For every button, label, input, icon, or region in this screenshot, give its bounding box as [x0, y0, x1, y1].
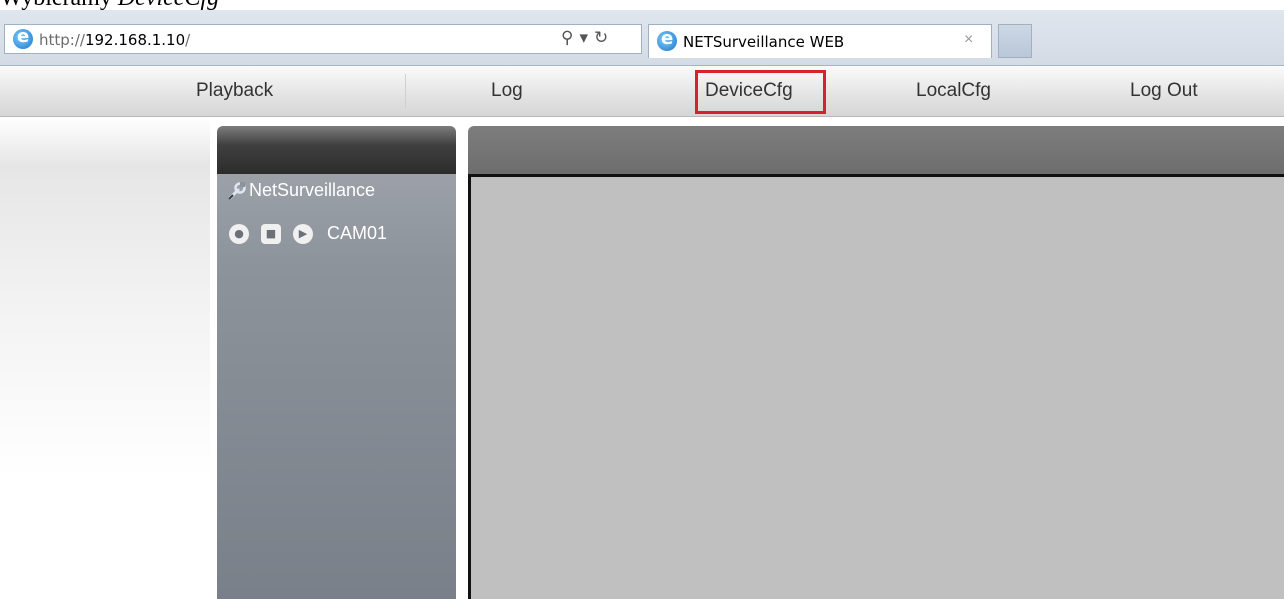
url-scheme: http://	[39, 31, 85, 49]
video-panel	[468, 126, 1284, 599]
url-text[interactable]: http://192.168.1.10/	[39, 31, 190, 49]
browser-chrome: http://192.168.1.10/ ⚲ ▾ ↻ NETSurveillance…	[0, 10, 1284, 66]
address-tools: ⚲ ▾ ↻	[561, 28, 614, 48]
camera-row[interactable]: ● ■ ▶ CAM01	[229, 223, 387, 245]
wrench-icon	[228, 182, 246, 200]
record-icon[interactable]: ●	[229, 223, 249, 244]
devicecfg-highlight-box	[695, 70, 826, 114]
camera-label: CAM01	[327, 223, 388, 243]
stop-square-icon[interactable]: ■	[261, 223, 281, 244]
video-display-area[interactable]	[468, 174, 1284, 599]
app-nav-bar: Playback Log DeviceCfg LocalCfg Log Out	[0, 66, 1284, 117]
page-caption: Wybieramy DeviceCfg	[0, 0, 219, 10]
tab-title: NETSurveillance WEB	[683, 33, 845, 51]
search-icon[interactable]: ⚲	[561, 28, 573, 48]
dropdown-icon[interactable]: ▾	[579, 28, 588, 48]
nav-divider	[405, 74, 406, 108]
url-tail: /	[185, 31, 191, 49]
ie-logo-icon	[657, 28, 677, 51]
play-icon[interactable]: ▶	[293, 223, 313, 244]
nav-log[interactable]: Log	[491, 66, 523, 116]
tree-root-item[interactable]: NetSurveillance	[227, 180, 375, 201]
browser-tab[interactable]: NETSurveillance WEB ×	[648, 24, 992, 58]
nav-logout[interactable]: Log Out	[1130, 66, 1198, 116]
url-host: 192.168.1.10	[84, 31, 186, 49]
left-background	[0, 117, 210, 599]
refresh-icon[interactable]: ↻	[594, 28, 608, 48]
close-icon[interactable]: ×	[964, 31, 973, 49]
nav-localcfg[interactable]: LocalCfg	[916, 66, 991, 116]
device-tree-panel: NetSurveillance ● ■ ▶ CAM01	[217, 126, 456, 599]
new-tab-button[interactable]	[998, 24, 1032, 58]
nav-playback[interactable]: Playback	[196, 66, 273, 116]
ie-logo-icon	[13, 26, 33, 49]
tree-root-label: NetSurveillance	[249, 180, 376, 200]
tree-panel-header	[217, 126, 456, 174]
address-bar[interactable]: http://192.168.1.10/ ⚲ ▾ ↻	[4, 24, 642, 54]
